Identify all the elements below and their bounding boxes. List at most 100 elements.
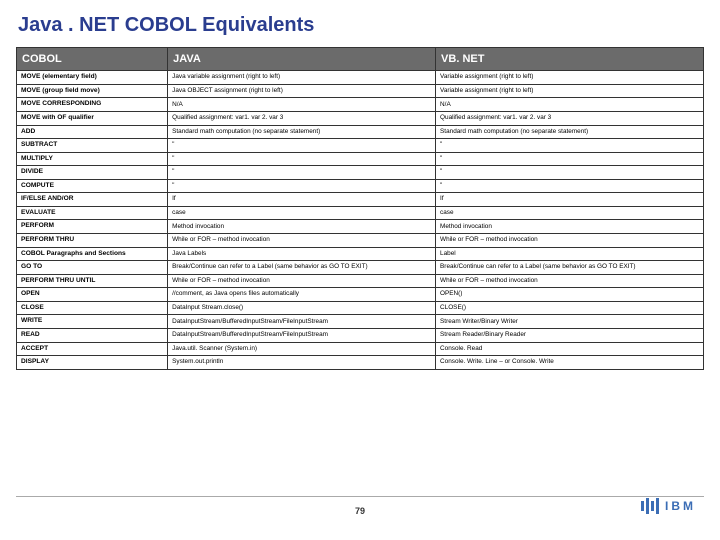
cell-vbnet: Variable assignment (right to left) [436,71,704,85]
cell-vbnet: If [436,193,704,207]
cell-java: Java Labels [168,247,436,261]
cell-cobol: MOVE with OF qualifier [17,111,168,125]
cell-java: case [168,206,436,220]
cell-vbnet: N/A [436,98,704,112]
table-row: MOVE CORRESPONDINGN/AN/A [17,98,704,112]
cell-cobol: MOVE (group field move) [17,84,168,98]
cell-cobol: DISPLAY [17,356,168,370]
cell-java: Java variable assignment (right to left) [168,71,436,85]
table-row: OPEN//comment, as Java opens files autom… [17,288,704,302]
table-row: EVALUATEcasecase [17,206,704,220]
cell-vbnet: Qualified assignment: var1. var 2. var 3 [436,111,704,125]
cell-cobol: WRITE [17,315,168,329]
table-row: READDataInputStream/BufferedInputStream/… [17,328,704,342]
table-row: MOVE (elementary field)Java variable ass… [17,71,704,85]
logo-bar-icon [656,498,659,514]
table-row: DIVIDE"" [17,166,704,180]
col-header-java: JAVA [168,48,436,71]
table-row: WRITEDataInputStream/BufferedInputStream… [17,315,704,329]
ibm-logo: IBM [641,498,696,514]
cell-vbnet: " [436,179,704,193]
table-row: MOVE (group field move)Java OBJECT assig… [17,84,704,98]
cell-cobol: ADD [17,125,168,139]
cell-java: Qualified assignment: var1. var 2. var 3 [168,111,436,125]
cell-java: Break/Continue can refer to a Label (sam… [168,261,436,275]
logo-bar-icon [641,501,644,511]
table-row: PERFORM THRU UNTILWhile or FOR – method … [17,274,704,288]
col-header-cobol: COBOL [17,48,168,71]
cell-java: While or FOR – method invocation [168,274,436,288]
cell-cobol: EVALUATE [17,206,168,220]
cell-java: Java OBJECT assignment (right to left) [168,84,436,98]
cell-vbnet: Stream Writer/Binary Writer [436,315,704,329]
cell-vbnet: CLOSE() [436,301,704,315]
table-row: PERFORMMethod invocationMethod invocatio… [17,220,704,234]
cell-cobol: PERFORM [17,220,168,234]
table-row: SUBTRACT"" [17,139,704,153]
cell-cobol: COBOL Paragraphs and Sections [17,247,168,261]
cell-cobol: COMPUTE [17,179,168,193]
cell-cobol: GO TO [17,261,168,275]
table-row: GO TOBreak/Continue can refer to a Label… [17,261,704,275]
cell-java: DataInputStream/BufferedInputStream/File… [168,315,436,329]
table-row: ADD Standard math computation (no separat… [17,125,704,139]
table-row: MULTIPLY"" [17,152,704,166]
table-row: MOVE with OF qualifierQualified assignme… [17,111,704,125]
cell-vbnet: Method invocation [436,220,704,234]
cell-cobol: DIVIDE [17,166,168,180]
table-row: ACCEPTJava.util. Scanner (System.in)Cons… [17,342,704,356]
table-row: IF/ELSE AND/ORIfIf [17,193,704,207]
cell-cobol: SUBTRACT [17,139,168,153]
cell-vbnet: OPEN() [436,288,704,302]
table-row: CLOSEDataInput Stream.close()CLOSE() [17,301,704,315]
cell-vbnet: " [436,166,704,180]
slide-footer: 79 IBM [0,496,720,532]
cell-cobol: READ [17,328,168,342]
page-number: 79 [0,506,720,516]
cell-vbnet: Label [436,247,704,261]
cell-cobol: CLOSE [17,301,168,315]
cell-cobol: PERFORM THRU UNTIL [17,274,168,288]
cell-vbnet: " [436,139,704,153]
footer-rule [16,496,704,497]
cell-vbnet: Variable assignment (right to left) [436,84,704,98]
cell-java: " [168,152,436,166]
cell-cobol: MULTIPLY [17,152,168,166]
cell-java: While or FOR – method invocation [168,234,436,248]
logo-bar-icon [646,498,649,514]
cell-vbnet: Stream Reader/Binary Reader [436,328,704,342]
cell-vbnet: case [436,206,704,220]
cell-vbnet: Standard math computation (no separate s… [436,125,704,139]
cell-vbnet: While or FOR – method invocation [436,274,704,288]
table-row: PERFORM THRUWhile or FOR – method invoca… [17,234,704,248]
slide-title: Java . NET COBOL Equivalents [18,14,704,37]
cell-cobol: MOVE (elementary field) [17,71,168,85]
cell-vbnet: Console. Write. Line – or Console. Write [436,356,704,370]
table-row: COMPUTE"" [17,179,704,193]
cell-cobol: ACCEPT [17,342,168,356]
cell-java: " [168,179,436,193]
logo-bar-icon [651,501,654,511]
cell-vbnet: Break/Continue can refer to a Label (sam… [436,261,704,275]
cell-java: " [168,166,436,180]
equivalents-table: COBOL JAVA VB. NET MOVE (elementary fiel… [16,47,704,370]
cell-java: Method invocation [168,220,436,234]
cell-vbnet: While or FOR – method invocation [436,234,704,248]
cell-vbnet: Console. Read [436,342,704,356]
table-row: DISPLAYSystem.out.printlnConsole. Write.… [17,356,704,370]
cell-java: If [168,193,436,207]
cell-cobol: PERFORM THRU [17,234,168,248]
cell-java: Java.util. Scanner (System.in) [168,342,436,356]
table-row: COBOL Paragraphs and SectionsJava Labels… [17,247,704,261]
cell-java: N/A [168,98,436,112]
cell-vbnet: " [436,152,704,166]
table-header-row: COBOL JAVA VB. NET [17,48,704,71]
cell-cobol: MOVE CORRESPONDING [17,98,168,112]
cell-java: DataInput Stream.close() [168,301,436,315]
cell-java: " [168,139,436,153]
col-header-vbnet: VB. NET [436,48,704,71]
cell-java: System.out.println [168,356,436,370]
cell-cobol: OPEN [17,288,168,302]
logo-text: IBM [665,499,696,513]
cell-java: //comment, as Java opens files automatic… [168,288,436,302]
